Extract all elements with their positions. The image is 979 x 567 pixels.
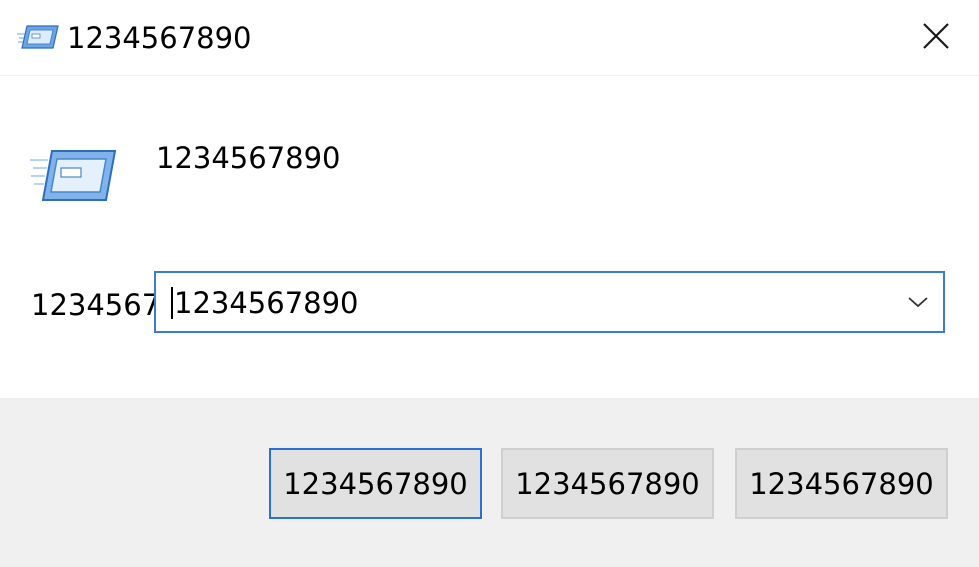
window-title: 1234567890: [67, 21, 252, 55]
open-combobox[interactable]: 1234567890: [154, 271, 945, 333]
run-dialog: 1234567890 1234567890 1234567 1234567890: [0, 0, 979, 567]
close-icon: [921, 21, 951, 55]
title-bar: 1234567890: [0, 0, 979, 76]
open-input-value[interactable]: 1234567890: [174, 283, 359, 323]
run-dialog-icon: [17, 24, 59, 50]
browse-button[interactable]: 1234567890: [735, 448, 948, 519]
ok-button[interactable]: 1234567890: [269, 448, 482, 519]
run-dialog-icon: [30, 148, 117, 204]
dialog-message: 1234567890: [156, 141, 341, 175]
open-label: 1234567: [31, 288, 161, 322]
chevron-down-icon[interactable]: [903, 287, 933, 317]
button-bar: 1234567890 1234567890 1234567890: [0, 398, 979, 567]
close-button[interactable]: [908, 8, 964, 68]
cancel-button[interactable]: 1234567890: [501, 448, 714, 519]
text-caret: [171, 287, 173, 319]
